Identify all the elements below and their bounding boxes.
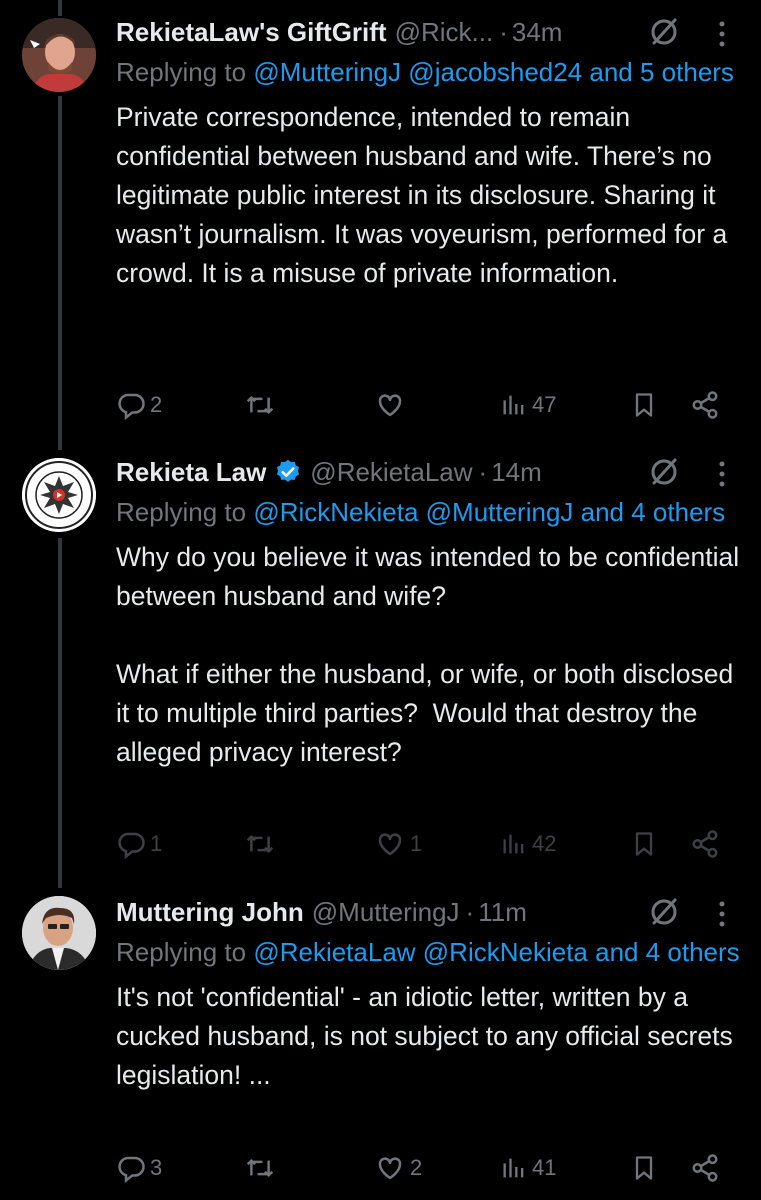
bookmark-button[interactable] [630, 824, 658, 864]
share-button[interactable] [690, 1148, 720, 1188]
tweet-text: Why do you believe it was intended to be… [116, 542, 740, 767]
replying-to: Replying to @RekietaLaw @RickNekieta and… [116, 933, 741, 971]
bookmark-button[interactable] [630, 385, 658, 425]
retweet-button[interactable] [244, 1148, 280, 1188]
like-count: 2 [410, 1155, 423, 1180]
retweet-icon [246, 835, 274, 853]
share-button[interactable] [690, 824, 720, 864]
views-icon [503, 395, 524, 415]
timestamp[interactable]: 34m [512, 17, 563, 48]
avatar-image [22, 458, 96, 532]
grok-icon[interactable] [648, 896, 680, 928]
separator-dot: · [465, 896, 475, 927]
replying-mentions[interactable]: @MutteringJ @jacobshed24 and 5 others [253, 57, 734, 87]
verified-badge-icon [277, 459, 300, 482]
like-count: 1 [410, 831, 423, 856]
avatar[interactable] [22, 18, 96, 92]
views-count: 42 [532, 831, 557, 856]
user-handle[interactable]: @MutteringJ [312, 897, 460, 928]
views-count: 47 [532, 392, 557, 417]
tweet-3[interactable]: Muttering John @MutteringJ · 11m Replyin… [0, 892, 761, 1200]
tweet-text: It's not 'confidential' - an idiotic let… [116, 982, 741, 1090]
bookmark-icon [635, 1156, 653, 1180]
avatar[interactable] [22, 896, 96, 970]
views-count: 41 [532, 1155, 557, 1180]
like-button[interactable] [374, 385, 410, 425]
share-icon [692, 1154, 718, 1182]
retweet-icon [246, 1159, 274, 1177]
replying-to: Replying to @RickNekieta @MutteringJ and… [116, 493, 741, 531]
separator-dot: · [499, 16, 508, 47]
reply-icon [118, 832, 145, 859]
heart-icon [378, 833, 402, 856]
reply-button[interactable]: 1 [116, 824, 162, 864]
replying-to: Replying to @MutteringJ @jacobshed24 and… [116, 53, 741, 91]
reply-button[interactable]: 2 [116, 385, 162, 425]
reply-button[interactable]: 3 [116, 1148, 162, 1188]
share-icon [692, 830, 718, 858]
replying-prefix: Replying to [116, 497, 247, 527]
replying-mentions[interactable]: @RekietaLaw @RickNekieta and 4 others [253, 937, 739, 967]
tweet-2[interactable]: Rekieta Law @RekietaLaw · 14m Replying t… [0, 452, 761, 880]
display-name[interactable]: Rekieta Law [116, 457, 266, 488]
heart-icon [378, 394, 402, 417]
display-name[interactable]: Muttering John [116, 897, 304, 928]
action-bar: 2 47 [116, 385, 726, 425]
views-button[interactable]: 47 [500, 385, 556, 425]
like-button[interactable]: 2 [374, 1148, 422, 1188]
avatar[interactable] [22, 458, 96, 532]
bookmark-icon [635, 832, 653, 856]
like-button[interactable]: 1 [374, 824, 422, 864]
user-handle[interactable]: @Rick... [395, 17, 494, 48]
bookmark-button[interactable] [630, 1148, 658, 1188]
more-icon[interactable] [716, 20, 728, 48]
views-button[interactable]: 42 [500, 824, 556, 864]
timestamp[interactable]: 14m [491, 457, 542, 488]
bookmark-icon [635, 393, 653, 417]
avatar-image [22, 896, 96, 970]
views-button[interactable]: 41 [500, 1148, 556, 1188]
reply-count: 1 [150, 831, 163, 856]
retweet-icon [246, 396, 274, 414]
display-name[interactable]: RekietaLaw's GiftGrift [116, 17, 387, 48]
more-icon[interactable] [716, 900, 728, 928]
replying-prefix: Replying to [116, 57, 247, 87]
action-bar: 1 1 42 [116, 824, 726, 864]
replying-prefix: Replying to [116, 937, 247, 967]
views-icon [503, 834, 524, 854]
reply-count: 2 [150, 392, 163, 417]
separator-dot: · [478, 456, 488, 487]
reply-icon [118, 1156, 145, 1183]
retweet-button[interactable] [244, 824, 280, 864]
user-handle[interactable]: @RekietaLaw [310, 457, 472, 488]
avatar-image [22, 18, 96, 92]
grok-icon[interactable] [648, 456, 680, 488]
views-icon [503, 1158, 524, 1178]
timestamp[interactable]: 11m [478, 897, 527, 928]
tweet-1[interactable]: RekietaLaw's GiftGrift @Rick... · 34m Re… [0, 0, 761, 440]
action-bar: 3 2 41 [116, 1148, 726, 1188]
more-icon[interactable] [716, 460, 728, 488]
reply-icon [118, 393, 145, 420]
share-button[interactable] [690, 385, 720, 425]
retweet-button[interactable] [244, 385, 280, 425]
heart-icon [378, 1157, 402, 1180]
grok-icon[interactable] [648, 16, 680, 48]
replying-mentions[interactable]: @RickNekieta @MutteringJ and 4 others [253, 497, 725, 527]
share-icon [692, 391, 718, 419]
reply-count: 3 [150, 1155, 163, 1180]
tweet-text: Private correspondence, intended to rema… [116, 102, 735, 288]
